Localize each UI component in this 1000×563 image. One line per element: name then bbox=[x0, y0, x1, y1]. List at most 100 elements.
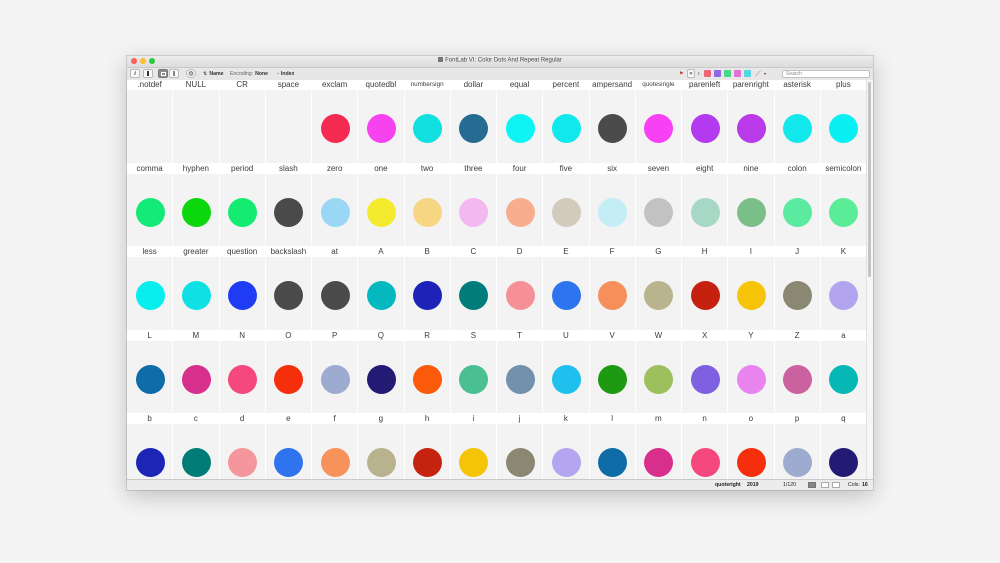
cells-view-button[interactable] bbox=[158, 69, 168, 78]
glyph-cell[interactable]: dollar bbox=[450, 80, 497, 164]
glyph-cell[interactable]: numbersign bbox=[404, 80, 451, 164]
glyph-cell[interactable]: quotedbl bbox=[358, 80, 405, 164]
glyph-cell[interactable]: A bbox=[358, 247, 405, 331]
glyph-cell[interactable]: T bbox=[497, 330, 544, 414]
glyph-cell[interactable]: greater bbox=[173, 247, 220, 331]
pen-button[interactable]: ／ bbox=[755, 69, 761, 78]
glyph-cell[interactable]: quotesingle bbox=[635, 80, 682, 164]
glyph-cell[interactable]: semicolon bbox=[820, 163, 867, 247]
glyph-cell[interactable]: f bbox=[312, 414, 359, 480]
glyph-cell[interactable]: three bbox=[450, 163, 497, 247]
glyph-cell[interactable]: P bbox=[312, 330, 359, 414]
glyph-cell[interactable]: space bbox=[265, 80, 312, 164]
glyph-cell[interactable]: W bbox=[635, 330, 682, 414]
glyph-cell[interactable]: seven bbox=[635, 163, 682, 247]
view-mode-medium-button[interactable] bbox=[821, 481, 829, 488]
glyph-cell[interactable]: h bbox=[404, 414, 451, 480]
glyph-cell[interactable]: parenleft bbox=[682, 80, 729, 164]
glyph-cell[interactable]: hyphen bbox=[173, 163, 220, 247]
glyph-cell[interactable]: o bbox=[728, 414, 775, 480]
glyph-cell[interactable]: N bbox=[219, 330, 266, 414]
glyph-cell[interactable]: D bbox=[497, 247, 544, 331]
list-view-button[interactable] bbox=[169, 69, 179, 78]
glyph-cell[interactable]: backslash bbox=[265, 247, 312, 331]
glyph-cell[interactable]: O bbox=[265, 330, 312, 414]
glyph-cell[interactable]: M bbox=[173, 330, 220, 414]
encoding-selector[interactable]: Encoding: None bbox=[230, 69, 268, 78]
glyph-cell[interactable]: k bbox=[543, 414, 590, 480]
glyph-cell[interactable]: G bbox=[635, 247, 682, 331]
glyph-cell[interactable]: two bbox=[404, 163, 451, 247]
glyph-cell[interactable]: J bbox=[774, 247, 821, 331]
glyph-cell[interactable]: parenright bbox=[728, 80, 775, 164]
flag-filter-button[interactable]: ⚑ bbox=[679, 69, 684, 78]
glyph-cell[interactable]: C bbox=[450, 247, 497, 331]
sort-by-name-button[interactable]: ⇅ Name bbox=[203, 69, 224, 78]
globe-button[interactable]: ◍ bbox=[186, 69, 196, 78]
glyph-cell[interactable]: H bbox=[682, 247, 729, 331]
glyph-cell[interactable]: L bbox=[127, 330, 174, 414]
glyph-cell[interactable]: Y bbox=[728, 330, 775, 414]
index-toggle[interactable]: ◦ Index bbox=[277, 69, 294, 78]
glyph-cell[interactable]: zero bbox=[312, 163, 359, 247]
glyph-cell[interactable]: equal bbox=[497, 80, 544, 164]
glyph-cell[interactable]: nine bbox=[728, 163, 775, 247]
color-flag-swatch-5[interactable] bbox=[744, 70, 751, 77]
search-input[interactable]: Search bbox=[782, 69, 870, 78]
info-button[interactable]: i bbox=[130, 69, 140, 78]
glyph-cell[interactable]: ampersand bbox=[589, 80, 636, 164]
glyph-cell[interactable]: F bbox=[589, 247, 636, 331]
color-flag-swatch-2[interactable] bbox=[714, 70, 721, 77]
glyph-cell[interactable]: R bbox=[404, 330, 451, 414]
color-flag-swatch-1[interactable] bbox=[704, 70, 711, 77]
glyph-cell[interactable]: eight bbox=[682, 163, 729, 247]
glyph-cell[interactable]: e bbox=[265, 414, 312, 480]
glyph-cell[interactable]: c bbox=[173, 414, 220, 480]
glyph-cell[interactable]: i bbox=[450, 414, 497, 480]
glyph-cell[interactable]: exclam bbox=[312, 80, 359, 164]
glyph-cell[interactable]: d bbox=[219, 414, 266, 480]
sidebar-toggle-button[interactable] bbox=[143, 69, 153, 78]
glyph-cell[interactable]: five bbox=[543, 163, 590, 247]
glyph-cell[interactable]: S bbox=[450, 330, 497, 414]
glyph-cell[interactable]: a bbox=[820, 330, 867, 414]
glyph-cell[interactable]: V bbox=[589, 330, 636, 414]
glyph-cell[interactable]: less bbox=[127, 247, 174, 331]
glyph-cell[interactable]: g bbox=[358, 414, 405, 480]
glyph-cell[interactable]: K bbox=[820, 247, 867, 331]
glyph-cell[interactable]: slash bbox=[265, 163, 312, 247]
glyph-cell[interactable]: j bbox=[497, 414, 544, 480]
glyph-cell[interactable]: CR bbox=[219, 80, 266, 164]
filter-stepper[interactable]: ⇕ bbox=[697, 69, 700, 78]
glyph-cell[interactable]: colon bbox=[774, 163, 821, 247]
scrollbar-thumb[interactable] bbox=[868, 82, 871, 277]
vertical-scrollbar[interactable] bbox=[866, 80, 873, 480]
glyph-cell[interactable]: four bbox=[497, 163, 544, 247]
glyph-cell[interactable]: .notdef bbox=[127, 80, 174, 164]
view-mode-small-button[interactable] bbox=[832, 481, 840, 488]
glyph-cell[interactable]: m bbox=[635, 414, 682, 480]
glyph-cell[interactable]: asterisk bbox=[774, 80, 821, 164]
glyph-cell[interactable]: n bbox=[682, 414, 729, 480]
color-flag-swatch-3[interactable] bbox=[724, 70, 731, 77]
glyph-cell[interactable]: I bbox=[728, 247, 775, 331]
glyph-cell[interactable]: plus bbox=[820, 80, 867, 164]
glyph-cell[interactable]: percent bbox=[543, 80, 590, 164]
glyph-cell[interactable]: period bbox=[219, 163, 266, 247]
glyph-cell[interactable]: NULL bbox=[173, 80, 220, 164]
clear-filter-button[interactable]: ✕ bbox=[687, 69, 695, 78]
glyph-cell[interactable]: six bbox=[589, 163, 636, 247]
glyph-cell[interactable]: B bbox=[404, 247, 451, 331]
glyph-cell[interactable]: l bbox=[589, 414, 636, 480]
glyph-cell[interactable]: Z bbox=[774, 330, 821, 414]
pen-dropdown[interactable]: ▾ bbox=[764, 69, 766, 78]
view-mode-large-button[interactable] bbox=[808, 481, 816, 488]
glyph-cell[interactable]: U bbox=[543, 330, 590, 414]
glyph-cell[interactable]: b bbox=[127, 414, 174, 480]
glyph-cell[interactable]: q bbox=[820, 414, 867, 480]
color-flag-swatch-4[interactable] bbox=[734, 70, 741, 77]
glyph-cell[interactable]: at bbox=[312, 247, 359, 331]
glyph-cell[interactable]: p bbox=[774, 414, 821, 480]
glyph-cell[interactable]: comma bbox=[127, 163, 174, 247]
glyph-cell[interactable]: X bbox=[682, 330, 729, 414]
